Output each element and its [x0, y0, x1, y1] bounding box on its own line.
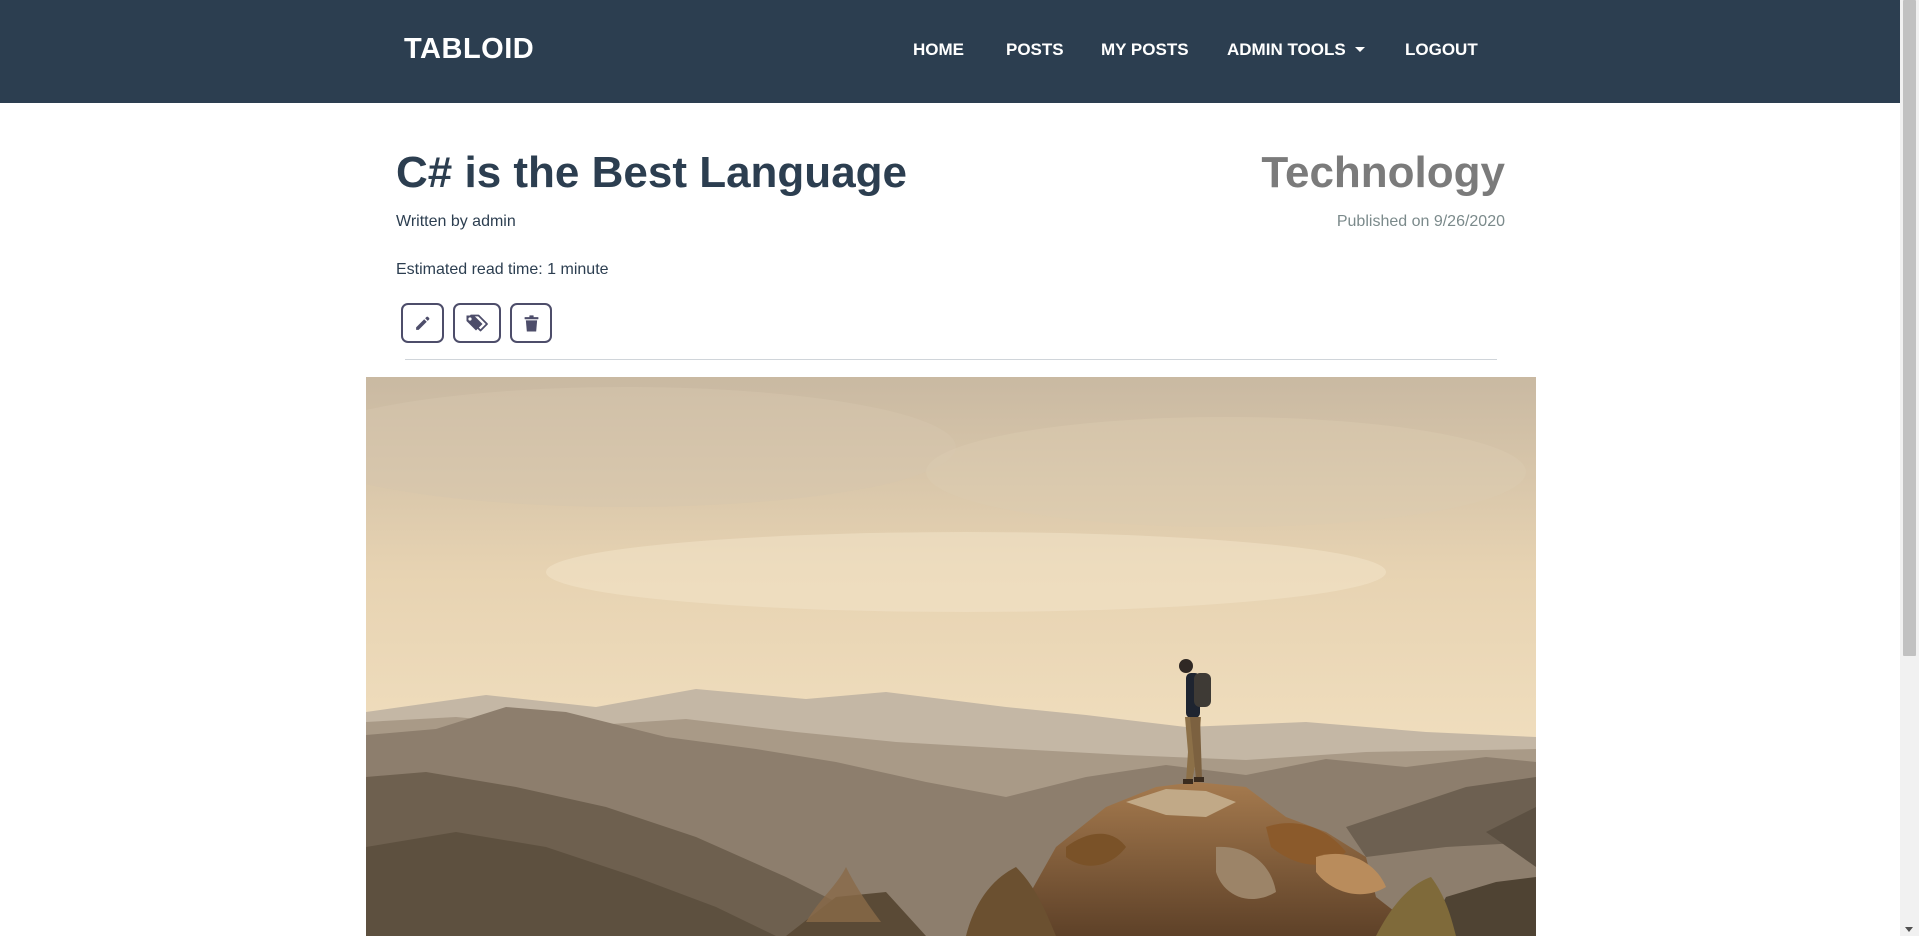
- nav-posts-link[interactable]: POSTS: [1006, 40, 1064, 60]
- delete-post-button[interactable]: [510, 303, 552, 343]
- trash-icon: [524, 314, 539, 332]
- navbar: TABLOID HOME POSTS MY POSTS ADMIN TOOLS …: [0, 0, 1900, 103]
- page-scrollbar[interactable]: [1900, 0, 1919, 936]
- post-author: Written by admin: [396, 213, 516, 230]
- caret-down-icon: [1354, 47, 1365, 52]
- scrollbar-thumb[interactable]: [1903, 0, 1916, 656]
- manage-tags-button[interactable]: [453, 303, 501, 343]
- nav-admin-tools-label: ADMIN TOOLS: [1227, 40, 1346, 59]
- post-published-date: Published on 9/26/2020: [1336, 213, 1505, 230]
- post-category: Technology: [1261, 148, 1505, 197]
- post-read-time: Estimated read time: 1 minute: [396, 261, 609, 278]
- post-title: C# is the Best Language: [396, 148, 908, 197]
- nav-home-link[interactable]: HOME: [913, 40, 964, 60]
- tags-icon: [465, 314, 489, 332]
- scroll-down-arrow-icon[interactable]: [1905, 927, 1913, 932]
- pencil-icon: [414, 315, 431, 332]
- brand-logo[interactable]: TABLOID: [404, 33, 534, 66]
- content-divider: [405, 359, 1497, 360]
- nav-my-posts-link[interactable]: MY POSTS: [1101, 40, 1189, 60]
- post-header-image: [366, 377, 1536, 936]
- edit-post-button[interactable]: [401, 303, 444, 343]
- nav-logout-link[interactable]: LOGOUT: [1405, 40, 1478, 60]
- nav-admin-tools-dropdown[interactable]: ADMIN TOOLS: [1227, 40, 1365, 60]
